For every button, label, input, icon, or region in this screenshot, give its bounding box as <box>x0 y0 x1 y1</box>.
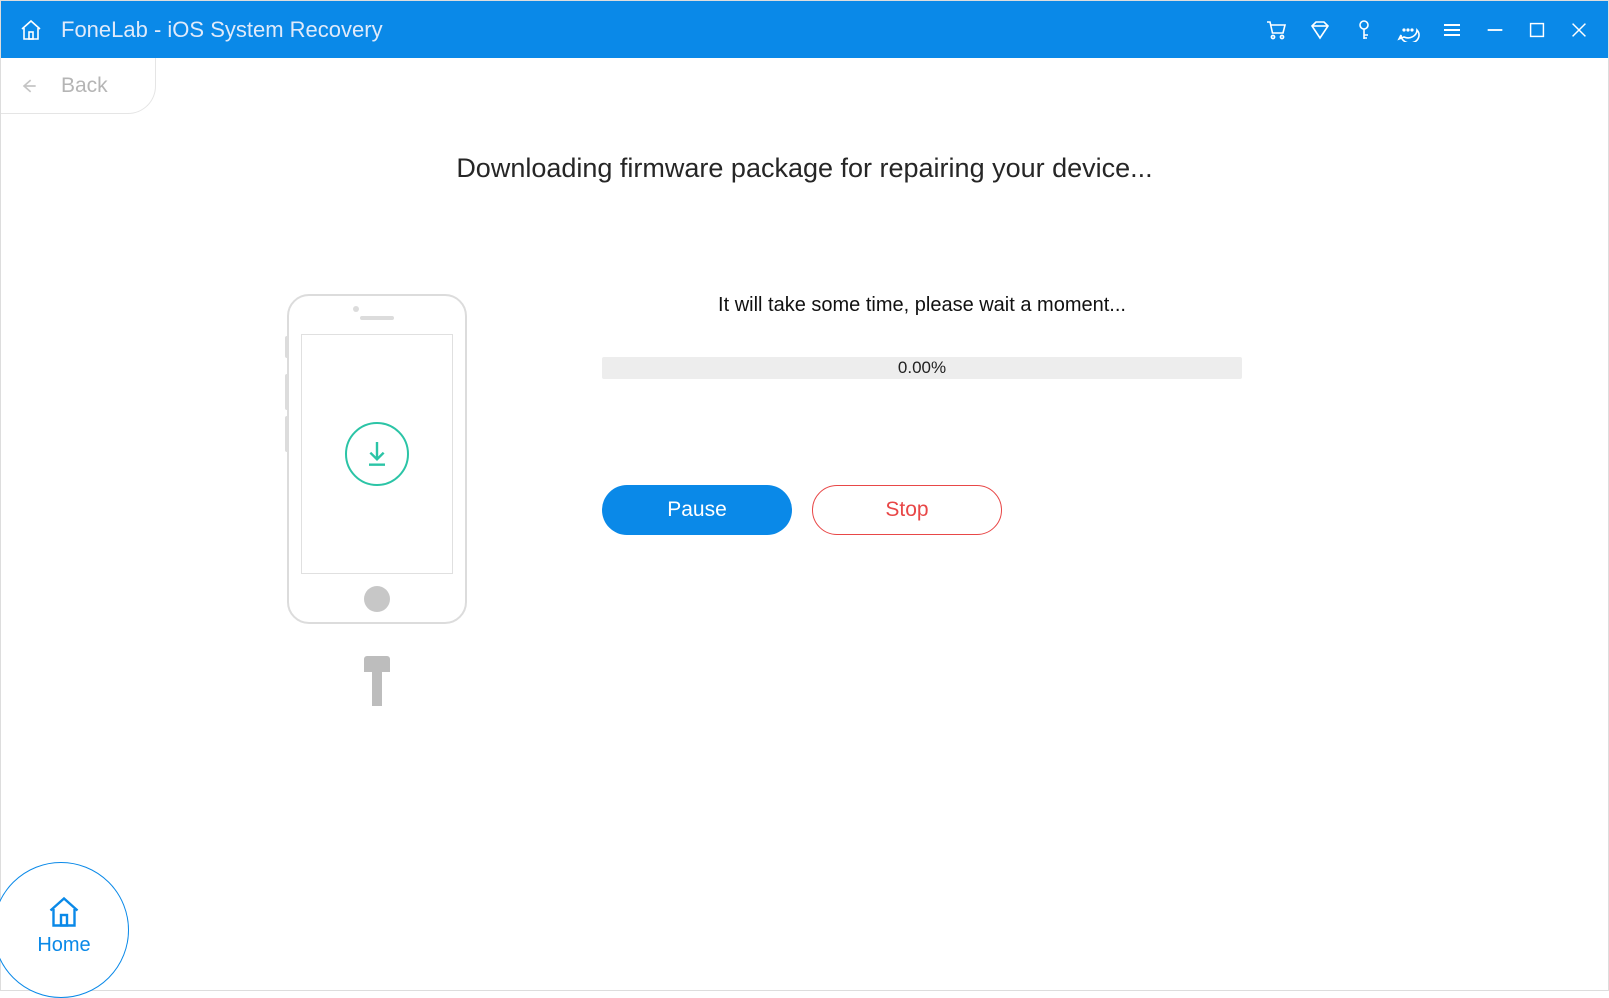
minimize-button[interactable] <box>1484 19 1506 41</box>
page-heading: Downloading firmware package for repairi… <box>1 153 1608 184</box>
wait-message: It will take some time, please wait a mo… <box>602 294 1242 317</box>
home-label: Home <box>37 934 90 957</box>
home-button[interactable]: Home <box>0 862 129 998</box>
device-illustration <box>287 294 467 664</box>
back-label: Back <box>61 74 108 98</box>
cart-icon[interactable] <box>1264 18 1288 42</box>
back-button[interactable]: Back <box>1 58 156 114</box>
stop-button[interactable]: Stop <box>812 485 1002 535</box>
back-arrow-icon <box>19 76 39 96</box>
chat-icon[interactable] <box>1396 18 1420 42</box>
app-title: FoneLab - iOS System Recovery <box>61 17 383 43</box>
content-area: Downloading firmware package for repairi… <box>1 58 1608 664</box>
home-icon[interactable] <box>19 18 43 42</box>
pause-button[interactable]: Pause <box>602 485 792 535</box>
diamond-icon[interactable] <box>1308 18 1332 42</box>
menu-icon[interactable] <box>1440 18 1464 42</box>
home-circle-icon <box>46 894 82 930</box>
download-icon <box>345 422 409 486</box>
key-icon[interactable] <box>1352 18 1376 42</box>
progress-value: 0.00% <box>898 358 946 378</box>
close-button[interactable] <box>1568 19 1590 41</box>
titlebar: FoneLab - iOS System Recovery <box>1 1 1608 58</box>
maximize-button[interactable] <box>1526 19 1548 41</box>
progress-bar: 0.00% <box>602 357 1242 379</box>
